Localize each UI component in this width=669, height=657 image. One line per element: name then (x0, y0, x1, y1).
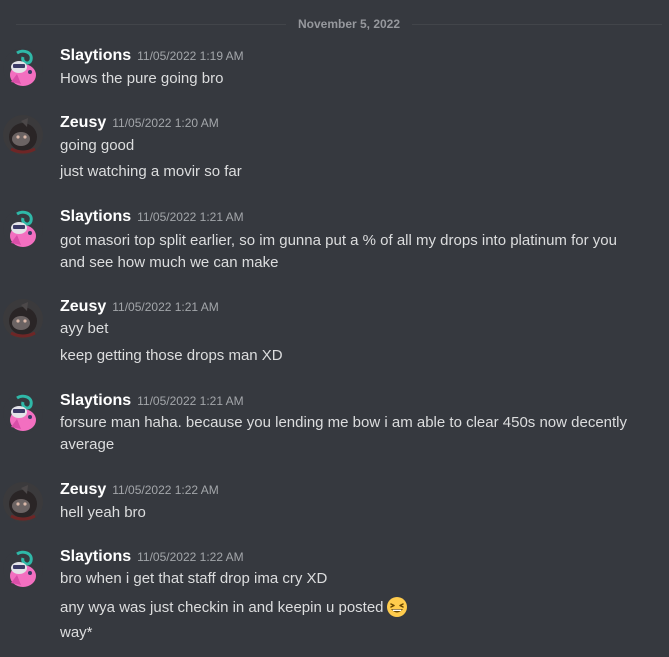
message-text: bro when i get that staff drop ima cry X… (60, 570, 328, 587)
avatar-zeusy[interactable] (3, 115, 43, 155)
username[interactable]: Slaytions (60, 392, 131, 409)
message-text: any wya was just checkin in and keepin u… (60, 599, 384, 616)
message-text: going good (60, 137, 135, 154)
message-text: keep getting those drops man XD (60, 347, 283, 364)
message-text: just watching a movir so far (60, 163, 242, 180)
username[interactable]: Slaytions (60, 548, 131, 565)
message-text: Hows the pure going bro (60, 70, 224, 87)
timestamp: 11/05/2022 1:21 AM (137, 210, 244, 224)
timestamp: 11/05/2022 1:21 AM (137, 394, 244, 408)
message-text-with-emoji: any wya was just checkin in and keepin u… (60, 596, 480, 619)
avatar-zeusy[interactable] (3, 299, 43, 339)
date-divider: November 5, 2022 (0, 14, 669, 34)
message-text: ayy bet (60, 320, 109, 337)
timestamp: 11/05/2022 1:19 AM (137, 49, 244, 63)
message-header: Zeusy 11/05/2022 1:22 AM (60, 480, 219, 500)
message-header: Zeusy 11/05/2022 1:21 AM (60, 297, 219, 317)
message-text: forsure man haha. because you lending me… (60, 414, 628, 431)
grinning-squinting-face-icon (386, 596, 408, 618)
message-header: Slaytions 11/05/2022 1:21 AM (60, 207, 244, 227)
date-divider-label: November 5, 2022 (297, 17, 401, 31)
message-text: hell yeah bro (60, 504, 146, 521)
message-text: average (60, 436, 115, 453)
message-header: Slaytions 11/05/2022 1:22 AM (60, 547, 244, 567)
divider-line-right (412, 24, 662, 25)
avatar-slaytions[interactable] (3, 393, 43, 433)
username[interactable]: Slaytions (60, 208, 131, 225)
timestamp: 11/05/2022 1:20 AM (112, 116, 219, 130)
message-header: Slaytions 11/05/2022 1:19 AM (60, 46, 244, 66)
message-header: Slaytions 11/05/2022 1:21 AM (60, 391, 244, 411)
message-text: got masori top split earlier, so im gunn… (60, 232, 617, 249)
username[interactable]: Zeusy (60, 114, 106, 131)
avatar-slaytions[interactable] (3, 48, 43, 88)
avatar-zeusy[interactable] (3, 482, 43, 522)
timestamp: 11/05/2022 1:22 AM (137, 550, 244, 564)
message-header: Zeusy 11/05/2022 1:20 AM (60, 113, 219, 133)
username[interactable]: Zeusy (60, 481, 106, 498)
avatar-slaytions[interactable] (3, 209, 43, 249)
divider-line-left (16, 24, 286, 25)
avatar-slaytions[interactable] (3, 549, 43, 589)
message-text: way* (60, 624, 93, 641)
timestamp: 11/05/2022 1:21 AM (112, 300, 219, 314)
username[interactable]: Zeusy (60, 298, 106, 315)
timestamp: 11/05/2022 1:22 AM (112, 483, 219, 497)
username[interactable]: Slaytions (60, 47, 131, 64)
message-text: and see how much we can make (60, 254, 279, 271)
